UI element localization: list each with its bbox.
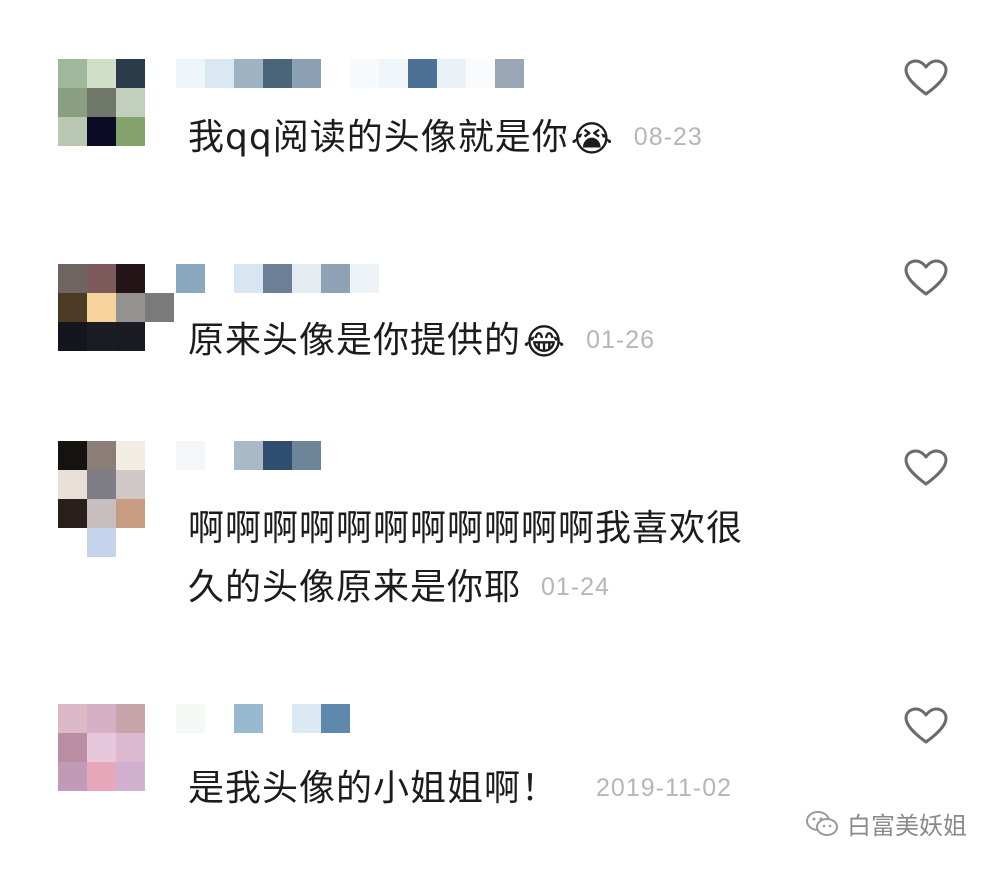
avatar-blur-edge [145,293,174,322]
heart-icon[interactable] [903,258,949,298]
crying-emoji-icon: 😭 [570,119,614,160]
comment-time: 08-23 [633,123,703,151]
username-blurred[interactable] [176,441,321,470]
heart-icon[interactable] [903,448,949,488]
comment-text-content: 我qq阅读的头像就是你 [188,117,569,158]
avatar[interactable] [58,59,145,146]
avatar[interactable] [58,704,145,791]
comment-time: 01-24 [541,573,610,601]
avatar-blur-edge [87,528,116,557]
comment-text-line1: 啊啊啊啊啊啊啊啊啊啊啊我喜欢很 [188,508,744,549]
comment-text-line2: 久的头像原来是你耶 [188,567,522,608]
avatar[interactable] [58,441,145,528]
comment-text: 是我头像的小姐姐啊！ 2019-11-02 [188,763,732,814]
heart-icon[interactable] [903,58,949,98]
laughing-emoji-icon: 😂 [523,322,567,363]
watermark-label: 白富美妖姐 [847,812,967,840]
username-blurred[interactable] [176,704,350,733]
watermark: 白富美妖姐 [805,806,967,841]
wechat-icon [806,810,838,836]
comment-text: 啊啊啊啊啊啊啊啊啊啊啊我喜欢很 久的头像原来是你耶 01-24 [188,504,743,613]
avatar[interactable] [58,264,145,351]
heart-icon[interactable] [903,706,949,746]
comment-text: 原来头像是你提供的😂 01-26 [188,315,655,368]
comment-text: 我qq阅读的头像就是你😭 08-23 [188,112,703,165]
username-blurred[interactable] [176,59,524,88]
comment-time: 2019-11-02 [596,774,733,802]
comment-text-content: 原来头像是你提供的 [188,320,522,361]
comment-time: 01-26 [586,326,656,354]
username-blurred[interactable] [176,264,379,293]
comment-text-content: 是我头像的小姐姐啊！ [188,768,559,809]
